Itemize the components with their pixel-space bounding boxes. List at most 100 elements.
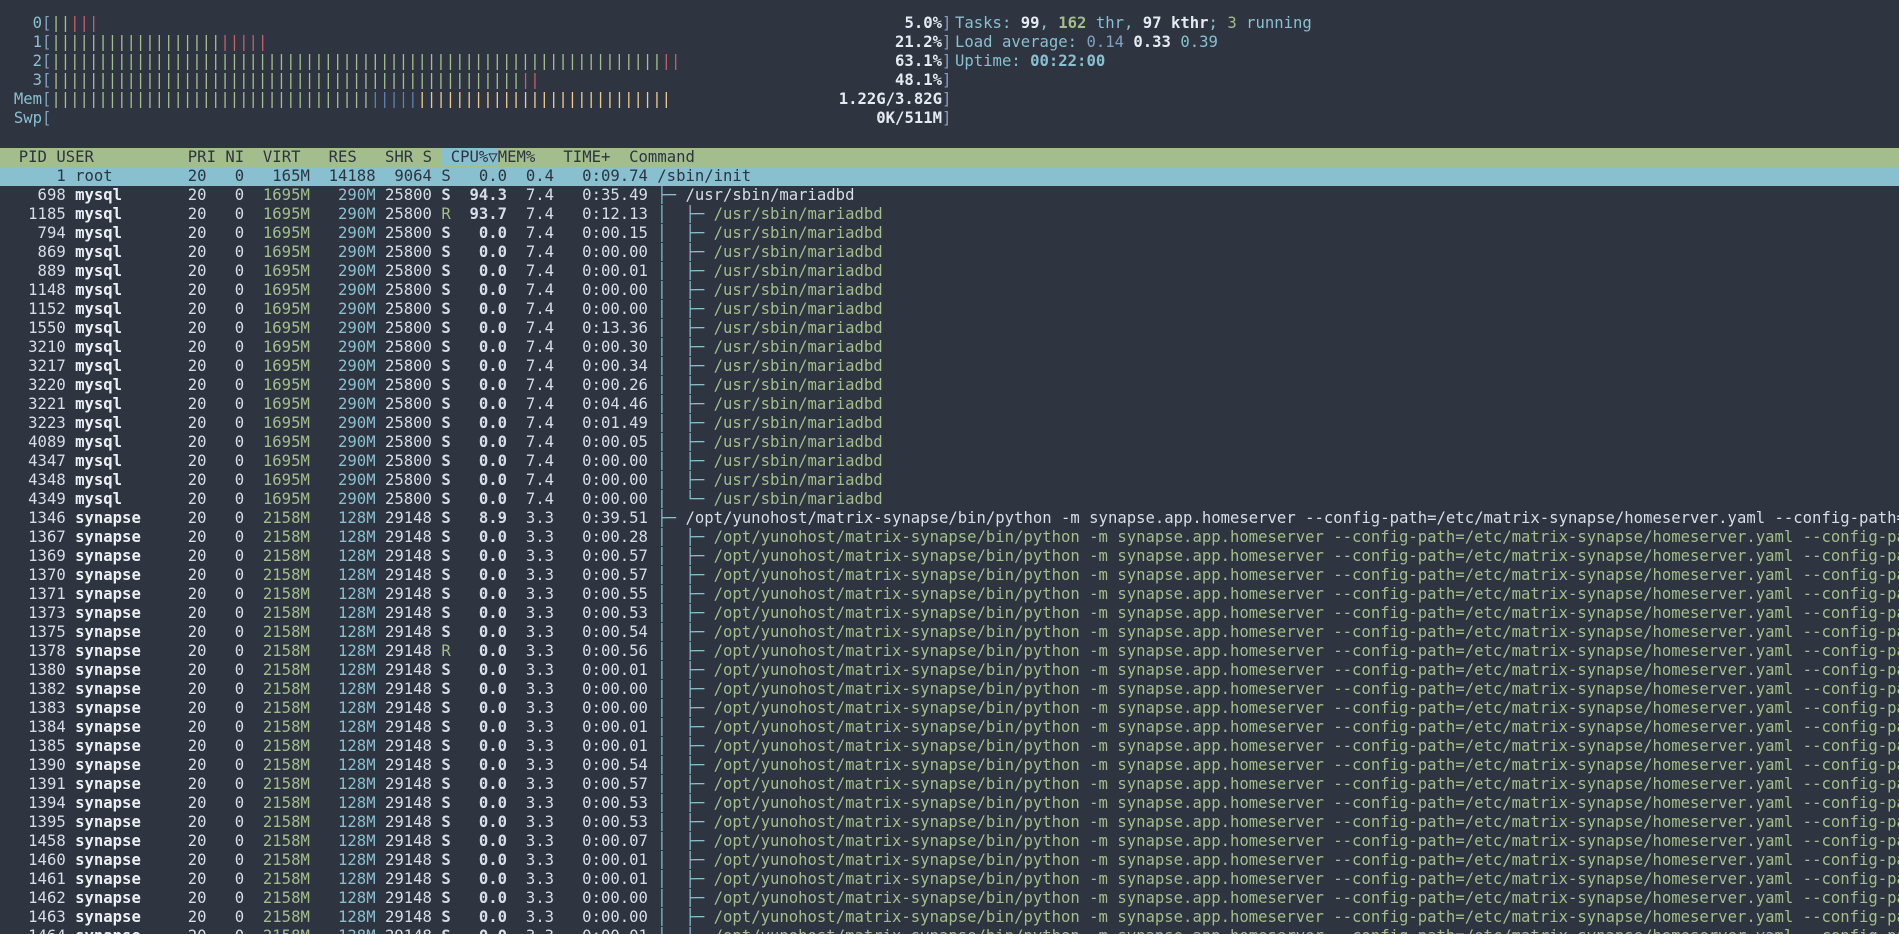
cpu-cell: 0.0: [460, 851, 508, 869]
shr-cell: 29148: [384, 585, 432, 603]
ni-cell: 0: [215, 566, 245, 584]
ni-cell: 0: [215, 490, 245, 508]
pid-cell: 1391: [0, 775, 66, 793]
cpu-cell: 93.7: [460, 205, 508, 223]
col-virt[interactable]: VIRT: [263, 148, 329, 166]
process-row[interactable]: 4347 mysql 20 0 1695M 290M 25800 S 0.0 7…: [0, 452, 1899, 471]
command-cell: /usr/sbin/mariadbd: [713, 452, 883, 470]
process-row[interactable]: 889 mysql 20 0 1695M 290M 25800 S 0.0 7.…: [0, 262, 1899, 281]
process-row[interactable]: 4349 mysql 20 0 1695M 290M 25800 S 0.0 7…: [0, 490, 1899, 509]
process-row[interactable]: 3217 mysql 20 0 1695M 290M 25800 S 0.0 7…: [0, 357, 1899, 376]
uptime-line: Uptime: 00:22:00: [955, 52, 1105, 71]
col-shr[interactable]: SHR: [385, 148, 423, 166]
process-row[interactable]: 869 mysql 20 0 1695M 290M 25800 S 0.0 7.…: [0, 243, 1899, 262]
process-row[interactable]: 1395 synapse 20 0 2158M 128M 29148 S 0.0…: [0, 813, 1899, 832]
process-row[interactable]: 1464 synapse 20 0 2158M 128M 29148 S 0.0…: [0, 927, 1899, 934]
process-row[interactable]: 1385 synapse 20 0 2158M 128M 29148 S 0.0…: [0, 737, 1899, 756]
process-row[interactable]: 1185 mysql 20 0 1695M 290M 25800 R 93.7 …: [0, 205, 1899, 224]
process-row[interactable]: 1384 synapse 20 0 2158M 128M 29148 S 0.0…: [0, 718, 1899, 737]
command-cell: /opt/yunohost/matrix-synapse/bin/python …: [713, 851, 1899, 869]
state-cell: S: [441, 262, 451, 280]
time-cell: 0:00.00: [563, 908, 648, 926]
col-s[interactable]: S: [423, 148, 442, 166]
process-row[interactable]: 3221 mysql 20 0 1695M 290M 25800 S 0.0 7…: [0, 395, 1899, 414]
cpu-cell: 8.9: [460, 509, 508, 527]
pri-cell: 20: [169, 205, 207, 223]
process-row[interactable]: 1380 synapse 20 0 2158M 128M 29148 S 0.0…: [0, 661, 1899, 680]
process-row[interactable]: 1462 synapse 20 0 2158M 128M 29148 S 0.0…: [0, 889, 1899, 908]
process-row[interactable]: 1148 mysql 20 0 1695M 290M 25800 S 0.0 7…: [0, 281, 1899, 300]
state-cell: S: [441, 452, 451, 470]
mem-cell: 7.4: [516, 395, 555, 413]
virt-cell: 2158M: [253, 870, 310, 888]
process-row[interactable]: 1458 synapse 20 0 2158M 128M 29148 S 0.0…: [0, 832, 1899, 851]
process-row[interactable]: 4348 mysql 20 0 1695M 290M 25800 S 0.0 7…: [0, 471, 1899, 490]
process-row[interactable]: 1460 synapse 20 0 2158M 128M 29148 S 0.0…: [0, 851, 1899, 870]
process-row[interactable]: 1383 synapse 20 0 2158M 128M 29148 S 0.0…: [0, 699, 1899, 718]
user-cell: synapse: [75, 623, 160, 641]
col-res[interactable]: RES: [329, 148, 385, 166]
tree-branch: │ ├─: [657, 889, 714, 907]
process-row[interactable]: 1461 synapse 20 0 2158M 128M 29148 S 0.0…: [0, 870, 1899, 889]
col-cpu-sorted[interactable]: CPU%▽: [441, 148, 498, 166]
shr-cell: 25800: [384, 376, 432, 394]
process-row[interactable]: 1394 synapse 20 0 2158M 128M 29148 S 0.0…: [0, 794, 1899, 813]
mem-cell: 3.3: [516, 680, 555, 698]
time-cell: 0:00.01: [563, 851, 648, 869]
process-row[interactable]: 1152 mysql 20 0 1695M 290M 25800 S 0.0 7…: [0, 300, 1899, 319]
tree-branch: │ ├─: [657, 756, 714, 774]
cpu-cell: 0.0: [460, 718, 508, 736]
process-row[interactable]: 3223 mysql 20 0 1695M 290M 25800 S 0.0 7…: [0, 414, 1899, 433]
time-cell: 0:00.01: [563, 737, 648, 755]
time-cell: 0:00.54: [563, 756, 648, 774]
process-row[interactable]: 1375 synapse 20 0 2158M 128M 29148 S 0.0…: [0, 623, 1899, 642]
process-row[interactable]: 1371 synapse 20 0 2158M 128M 29148 S 0.0…: [0, 585, 1899, 604]
process-row[interactable]: 1382 synapse 20 0 2158M 128M 29148 S 0.0…: [0, 680, 1899, 699]
cpu-cell: 0.0: [460, 699, 508, 717]
process-row[interactable]: 1373 synapse 20 0 2158M 128M 29148 S 0.0…: [0, 604, 1899, 623]
process-row[interactable]: 1369 synapse 20 0 2158M 128M 29148 S 0.0…: [0, 547, 1899, 566]
process-row[interactable]: 1367 synapse 20 0 2158M 128M 29148 S 0.0…: [0, 528, 1899, 547]
process-row[interactable]: 1370 synapse 20 0 2158M 128M 29148 S 0.0…: [0, 566, 1899, 585]
user-cell: synapse: [75, 604, 160, 622]
process-row[interactable]: 698 mysql 20 0 1695M 290M 25800 S 94.3 7…: [0, 186, 1899, 205]
col-mem[interactable]: MEM%: [498, 148, 564, 166]
col-pid[interactable]: PID: [0, 148, 56, 166]
process-row[interactable]: 3220 mysql 20 0 1695M 290M 25800 S 0.0 7…: [0, 376, 1899, 395]
col-ni[interactable]: NI: [225, 148, 263, 166]
res-cell: 128M: [319, 851, 376, 869]
time-cell: 0:00.00: [563, 452, 648, 470]
process-row[interactable]: 1346 synapse 20 0 2158M 128M 29148 S 8.9…: [0, 509, 1899, 528]
cpu-cell: 0.0: [460, 794, 508, 812]
virt-cell: 1695M: [253, 262, 310, 280]
command-cell: /opt/yunohost/matrix-synapse/bin/python …: [713, 699, 1899, 717]
mem-cell: 3.3: [516, 851, 555, 869]
command-cell: /opt/yunohost/matrix-synapse/bin/python …: [713, 889, 1899, 907]
col-time[interactable]: TIME+: [563, 148, 629, 166]
virt-cell: 2158M: [253, 775, 310, 793]
process-row[interactable]: 1390 synapse 20 0 2158M 128M 29148 S 0.0…: [0, 756, 1899, 775]
col-pri[interactable]: PRI: [160, 148, 226, 166]
load-label: Load average:: [955, 33, 1087, 51]
pri-cell: 20: [169, 756, 207, 774]
process-row[interactable]: 1378 synapse 20 0 2158M 128M 29148 R 0.0…: [0, 642, 1899, 661]
res-cell: 290M: [319, 224, 376, 242]
virt-cell: 2158M: [253, 889, 310, 907]
process-row[interactable]: 3210 mysql 20 0 1695M 290M 25800 S 0.0 7…: [0, 338, 1899, 357]
col-user[interactable]: USER: [56, 148, 159, 166]
col-command[interactable]: Command: [629, 148, 695, 166]
ni-cell: 0: [215, 357, 245, 375]
mem-cell: 3.3: [516, 813, 555, 831]
process-row[interactable]: 1391 synapse 20 0 2158M 128M 29148 S 0.0…: [0, 775, 1899, 794]
uptime-value: 00:22:00: [1030, 52, 1106, 70]
process-row[interactable]: 794 mysql 20 0 1695M 290M 25800 S 0.0 7.…: [0, 224, 1899, 243]
cpu-cell: 0.0: [460, 224, 508, 242]
process-row[interactable]: 1550 mysql 20 0 1695M 290M 25800 S 0.0 7…: [0, 319, 1899, 338]
process-row[interactable]: 4089 mysql 20 0 1695M 290M 25800 S 0.0 7…: [0, 433, 1899, 452]
meter-bracket-open: [: [42, 90, 52, 108]
mem-cell: 7.4: [516, 224, 555, 242]
process-row-selected[interactable]: 1 root 20 0 165M 14188 9064 S 0.0 0.4 0:…: [0, 167, 1899, 186]
process-row[interactable]: 1463 synapse 20 0 2158M 128M 29148 S 0.0…: [0, 908, 1899, 927]
cpu-cell: 0.0: [460, 775, 508, 793]
mem-cell: 7.4: [516, 452, 555, 470]
